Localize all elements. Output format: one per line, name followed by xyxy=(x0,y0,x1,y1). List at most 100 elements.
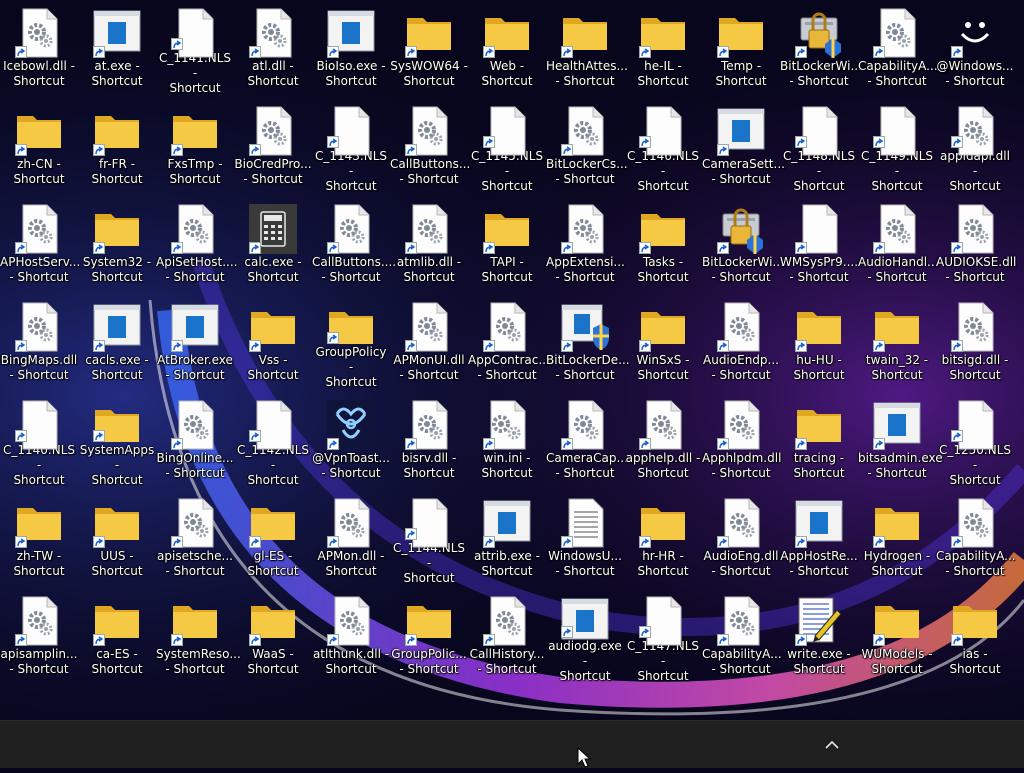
desktop-shortcut[interactable]: apphelp.dll - Shortcut xyxy=(624,392,702,488)
desktop-shortcut[interactable]: apisetsche... - Shortcut xyxy=(156,490,234,586)
desktop-shortcut[interactable]: zh-CN - Shortcut xyxy=(0,98,78,194)
desktop-shortcut[interactable]: FxsTmp - Shortcut xyxy=(156,98,234,194)
chevron-up-icon[interactable] xyxy=(822,735,842,755)
desktop-shortcut[interactable]: appidapi.dll - Shortcut xyxy=(936,98,1014,194)
desktop-shortcut[interactable]: CallButtons... - Shortcut xyxy=(390,98,470,194)
desktop-shortcut[interactable]: TAPI - Shortcut xyxy=(468,196,546,292)
desktop-shortcut[interactable]: C_1250.NLS - Shortcut xyxy=(936,392,1014,488)
desktop-shortcut[interactable]: C_1144.NLS - Shortcut xyxy=(390,490,468,586)
desktop-shortcut[interactable]: WinSxS - Shortcut xyxy=(624,294,702,390)
desktop-shortcut[interactable]: C_1149.NLS - Shortcut xyxy=(858,98,936,194)
desktop-shortcut[interactable]: audiodg.exe - Shortcut xyxy=(546,588,624,684)
desktop-shortcut[interactable]: @VpnToast... - Shortcut xyxy=(312,392,390,488)
desktop-shortcut[interactable]: BioCredPro... - Shortcut xyxy=(234,98,312,194)
desktop-shortcut[interactable]: C_1141.NLS - Shortcut xyxy=(156,0,234,96)
desktop-shortcut[interactable]: Apphlpdm.dll - Shortcut xyxy=(702,392,781,488)
desktop-shortcut[interactable]: BitLockerWi... - Shortcut xyxy=(702,196,784,292)
desktop-shortcut[interactable]: attrib.exe - Shortcut xyxy=(468,490,546,586)
desktop-shortcut[interactable]: APMonUI.dll - Shortcut xyxy=(390,294,468,390)
shortcut-arrow-icon xyxy=(171,144,183,156)
desktop-shortcut[interactable]: BioIso.exe - Shortcut xyxy=(312,0,390,96)
desktop-shortcut[interactable]: tracing - Shortcut xyxy=(780,392,858,488)
desktop-shortcut[interactable]: Tasks - Shortcut xyxy=(624,196,702,292)
desktop-shortcut[interactable]: Icebowl.dll - Shortcut xyxy=(0,0,78,96)
desktop-shortcut[interactable]: Hydrogen - Shortcut xyxy=(858,490,936,586)
desktop-shortcut[interactable]: CallHistory... - Shortcut xyxy=(468,588,546,684)
desktop-shortcut[interactable]: CallButtons.... - Shortcut xyxy=(312,196,396,292)
desktop-shortcut[interactable]: ca-ES - Shortcut xyxy=(78,588,156,684)
desktop-shortcut[interactable]: BingMaps.dll - Shortcut xyxy=(0,294,78,390)
desktop-shortcut[interactable]: SystemReso... - Shortcut xyxy=(156,588,241,684)
desktop-shortcut[interactable]: APHostServ... - Shortcut xyxy=(0,196,80,292)
desktop-shortcut[interactable]: AppExtensi... - Shortcut xyxy=(546,196,625,292)
desktop-shortcut[interactable]: CapabilityA... - Shortcut xyxy=(858,0,938,96)
desktop-shortcut[interactable]: win.ini - Shortcut xyxy=(468,392,546,488)
desktop-shortcut[interactable]: C_1147.NLS - Shortcut xyxy=(624,588,702,684)
desktop-shortcut[interactable]: atmlib.dll - Shortcut xyxy=(390,196,468,292)
desktop-shortcut[interactable]: write.exe - Shortcut xyxy=(780,588,858,684)
desktop-shortcut[interactable]: C_1140.NLS - Shortcut xyxy=(0,392,78,488)
desktop-shortcut[interactable]: WUModels - Shortcut xyxy=(858,588,936,684)
dll-gear-icon xyxy=(15,204,63,254)
desktop-shortcut[interactable]: WMSysPr9.... - Shortcut xyxy=(780,196,858,292)
desktop-shortcut[interactable]: AppHostRe... - Shortcut xyxy=(780,490,858,586)
shortcut-arrow-icon xyxy=(717,634,729,646)
shortcut-arrow-icon xyxy=(249,340,261,352)
desktop-shortcut[interactable]: C_1146.NLS - Shortcut xyxy=(624,98,702,194)
desktop-shortcut[interactable]: ias - Shortcut xyxy=(936,588,1014,684)
desktop-shortcut[interactable]: CameraCap... - Shortcut xyxy=(546,392,628,488)
desktop-shortcut[interactable]: BitLockerWi... - Shortcut xyxy=(780,0,862,96)
desktop-shortcut[interactable]: CapabilityA... - Shortcut xyxy=(936,490,1016,586)
desktop-shortcut[interactable]: @Windows... - Shortcut xyxy=(936,0,1014,96)
desktop-shortcut[interactable]: AudioHandl... - Shortcut xyxy=(858,196,938,292)
desktop-shortcut[interactable]: UUS - Shortcut xyxy=(78,490,156,586)
desktop-shortcut[interactable]: apisamplin... - Shortcut xyxy=(0,588,78,684)
desktop-shortcut[interactable]: CapabilityA... - Shortcut xyxy=(702,588,782,684)
desktop-shortcut[interactable]: he-IL - Shortcut xyxy=(624,0,702,96)
desktop-shortcut[interactable]: Vss - Shortcut xyxy=(234,294,312,390)
desktop-shortcut[interactable]: C_1143.NLS - Shortcut xyxy=(312,98,390,194)
desktop-shortcut[interactable]: AudioEndp... - Shortcut xyxy=(702,294,780,390)
desktop-shortcut[interactable]: hr-HR - Shortcut xyxy=(624,490,702,586)
desktop-shortcut[interactable]: BitLockerDe... - Shortcut xyxy=(546,294,630,390)
desktop-shortcut[interactable]: bitsadmin.exe - Shortcut xyxy=(858,392,943,488)
desktop-shortcut[interactable]: ApiSetHost.... - Shortcut xyxy=(156,196,237,292)
desktop-shortcut[interactable]: C_1148.NLS - Shortcut xyxy=(780,98,858,194)
desktop-shortcut[interactable]: fr-FR - Shortcut xyxy=(78,98,156,194)
desktop-shortcut[interactable]: GroupPolic... - Shortcut xyxy=(390,588,468,684)
desktop-shortcut[interactable]: AUDIOKSE.dll - Shortcut xyxy=(936,196,1016,292)
desktop-shortcut[interactable]: AudioEng.dll - Shortcut xyxy=(702,490,780,586)
desktop-shortcut[interactable]: AppContrac... - Shortcut xyxy=(468,294,550,390)
desktop-shortcut[interactable]: twain_32 - Shortcut xyxy=(858,294,936,390)
desktop-shortcut[interactable]: CameraSett... - Shortcut xyxy=(702,98,785,194)
desktop-shortcut[interactable]: at.exe - Shortcut xyxy=(78,0,156,96)
desktop-shortcut[interactable]: C_1145.NLS - Shortcut xyxy=(468,98,546,194)
desktop-shortcut[interactable]: gl-ES - Shortcut xyxy=(234,490,312,586)
desktop-shortcut[interactable]: APMon.dll - Shortcut xyxy=(312,490,390,586)
desktop-shortcut[interactable]: HealthAttes... - Shortcut xyxy=(546,0,628,96)
desktop-shortcut-label: ca-ES - Shortcut xyxy=(91,647,143,676)
desktop-shortcut-label: apisetsche... - Shortcut xyxy=(157,549,233,578)
desktop-shortcut[interactable]: atl.dll - Shortcut xyxy=(234,0,312,96)
blank-file-icon xyxy=(327,106,375,156)
desktop-shortcut[interactable]: cacls.exe - Shortcut xyxy=(78,294,156,390)
desktop-shortcut[interactable]: atlthunk.dll - Shortcut xyxy=(312,588,390,684)
desktop-shortcut[interactable]: Temp - Shortcut xyxy=(702,0,780,96)
desktop-shortcut[interactable]: System32 - Shortcut xyxy=(78,196,156,292)
desktop-shortcut[interactable]: hu-HU - Shortcut xyxy=(780,294,858,390)
shortcut-arrow-icon xyxy=(717,340,729,352)
desktop-shortcut[interactable]: calc.exe - Shortcut xyxy=(234,196,312,292)
desktop-shortcut[interactable]: WindowsU... - Shortcut xyxy=(546,490,624,586)
desktop-shortcut[interactable]: SysWOW64 - Shortcut xyxy=(390,0,468,96)
desktop-shortcut[interactable]: GroupPolicy - Shortcut xyxy=(312,294,390,390)
desktop-shortcut[interactable]: AtBroker.exe - Shortcut xyxy=(156,294,234,390)
desktop-shortcut[interactable]: Web - Shortcut xyxy=(468,0,546,96)
desktop-shortcut[interactable]: zh-TW - Shortcut xyxy=(0,490,78,586)
desktop-shortcut[interactable]: BingOnline... - Shortcut xyxy=(156,392,234,488)
desktop-shortcut[interactable]: WaaS - Shortcut xyxy=(234,588,312,684)
desktop-shortcut[interactable]: bitsigd.dll - Shortcut xyxy=(936,294,1014,390)
desktop-shortcut[interactable]: C_1142.NLS - Shortcut xyxy=(234,392,312,488)
desktop-shortcut[interactable]: bisrv.dll - Shortcut xyxy=(390,392,468,488)
desktop-shortcut[interactable]: SystemApps - Shortcut xyxy=(78,392,156,488)
desktop-shortcut[interactable]: BitLockerCs... - Shortcut xyxy=(546,98,628,194)
